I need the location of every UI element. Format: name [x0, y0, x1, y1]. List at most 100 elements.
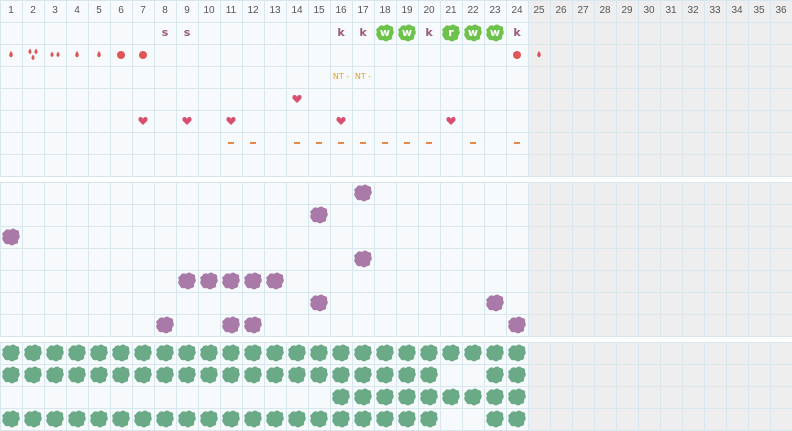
teal-blob-icon	[288, 366, 306, 384]
dash-mark	[360, 142, 366, 144]
badge-letter[interactable]: r	[440, 22, 462, 44]
teal-blob-icon	[200, 344, 218, 362]
day-label: 27	[577, 5, 589, 16]
day-label: 36	[775, 5, 787, 16]
teal-blob-icon	[2, 410, 20, 428]
day-label: 31	[665, 5, 677, 16]
purple-blob-icon	[156, 316, 174, 334]
day-label: 16	[335, 5, 347, 16]
badge-letter[interactable]: w	[396, 22, 418, 44]
day-label: 2	[30, 5, 36, 16]
teal-blob-icon	[354, 388, 372, 406]
teal-blob-icon	[310, 344, 328, 362]
teal-blob-icon	[46, 366, 64, 384]
symptom-letter[interactable]: s	[154, 22, 176, 44]
teal-blob-icon	[354, 410, 372, 428]
day-label: 15	[313, 5, 325, 16]
purple-blob-icon	[266, 272, 284, 290]
teal-blob-icon	[354, 344, 372, 362]
day-label: 7	[140, 5, 146, 16]
teal-blob-icon	[398, 366, 416, 384]
teal-blob-icon	[508, 410, 526, 428]
teal-blob-icon	[178, 410, 196, 428]
teal-blob-icon	[508, 366, 526, 384]
teal-blob-icon	[464, 344, 482, 362]
badge-letter[interactable]: w	[462, 22, 484, 44]
purple-blob-icon	[222, 316, 240, 334]
symptom-letter[interactable]: k	[418, 22, 440, 44]
purple-blob-icon	[354, 184, 372, 202]
teal-blob-icon	[178, 366, 196, 384]
teal-blob-icon	[112, 344, 130, 362]
teal-blob-icon	[266, 366, 284, 384]
teal-blob-icon	[90, 410, 108, 428]
dash-mark	[514, 142, 520, 144]
teal-blob-icon	[442, 344, 460, 362]
teal-blob-icon	[68, 410, 86, 428]
teal-blob-icon	[24, 344, 42, 362]
purple-blob-icon	[178, 272, 196, 290]
teal-blob-icon	[244, 344, 262, 362]
teal-blob-icon	[486, 366, 504, 384]
teal-blob-icon	[332, 388, 350, 406]
day-label: 13	[269, 5, 281, 16]
day-label: 35	[753, 5, 765, 16]
day-label: 20	[423, 5, 435, 16]
purple-blob-icon	[486, 294, 504, 312]
teal-blob-icon	[134, 366, 152, 384]
purple-blob-icon	[354, 250, 372, 268]
calendar-grid	[0, 0, 792, 431]
teal-blob-icon	[2, 344, 20, 362]
teal-blob-icon	[354, 366, 372, 384]
teal-blob-icon	[24, 410, 42, 428]
dash-mark	[338, 142, 344, 144]
purple-blob-icon	[244, 272, 262, 290]
day-label: 25	[533, 5, 545, 16]
teal-blob-icon	[244, 410, 262, 428]
purple-blob-icon	[2, 228, 20, 246]
badge-letter[interactable]: w	[484, 22, 506, 44]
teal-blob-icon	[68, 344, 86, 362]
symptom-letter[interactable]: k	[352, 22, 374, 44]
day-label: 10	[203, 5, 215, 16]
teal-blob-icon	[200, 410, 218, 428]
teal-blob-icon	[222, 410, 240, 428]
dot-icon	[139, 51, 147, 59]
badge-letter[interactable]: w	[374, 22, 396, 44]
teal-blob-icon	[156, 366, 174, 384]
teal-blob-icon	[486, 344, 504, 362]
day-label: 11	[225, 5, 237, 16]
purple-blob-icon	[200, 272, 218, 290]
teal-blob-icon	[486, 410, 504, 428]
teal-blob-icon	[288, 410, 306, 428]
day-label: 34	[731, 5, 743, 16]
teal-blob-icon	[398, 344, 416, 362]
symptom-letter[interactable]: k	[330, 22, 352, 44]
dash-mark	[250, 142, 256, 144]
teal-blob-icon	[310, 366, 328, 384]
teal-blob-icon	[90, 366, 108, 384]
day-label: 18	[379, 5, 391, 16]
teal-blob-icon	[156, 410, 174, 428]
symptom-letter[interactable]: k	[506, 22, 528, 44]
day-label: 24	[511, 5, 523, 16]
teal-blob-icon	[508, 388, 526, 406]
symptom-letter[interactable]: s	[176, 22, 198, 44]
dash-mark	[404, 142, 410, 144]
dash-mark	[228, 142, 234, 144]
nt-label[interactable]: NT -	[330, 66, 352, 88]
teal-blob-icon	[2, 366, 20, 384]
day-label: 3	[52, 5, 58, 16]
purple-blob-icon	[244, 316, 262, 334]
day-label: 6	[118, 5, 124, 16]
teal-blob-icon	[178, 344, 196, 362]
nt-label[interactable]: NT -	[352, 66, 374, 88]
teal-blob-icon	[420, 388, 438, 406]
teal-blob-icon	[200, 366, 218, 384]
dash-mark	[470, 142, 476, 144]
teal-blob-icon	[134, 344, 152, 362]
teal-blob-icon	[46, 344, 64, 362]
teal-blob-icon	[266, 344, 284, 362]
teal-blob-icon	[112, 410, 130, 428]
day-label: 1	[8, 5, 14, 16]
